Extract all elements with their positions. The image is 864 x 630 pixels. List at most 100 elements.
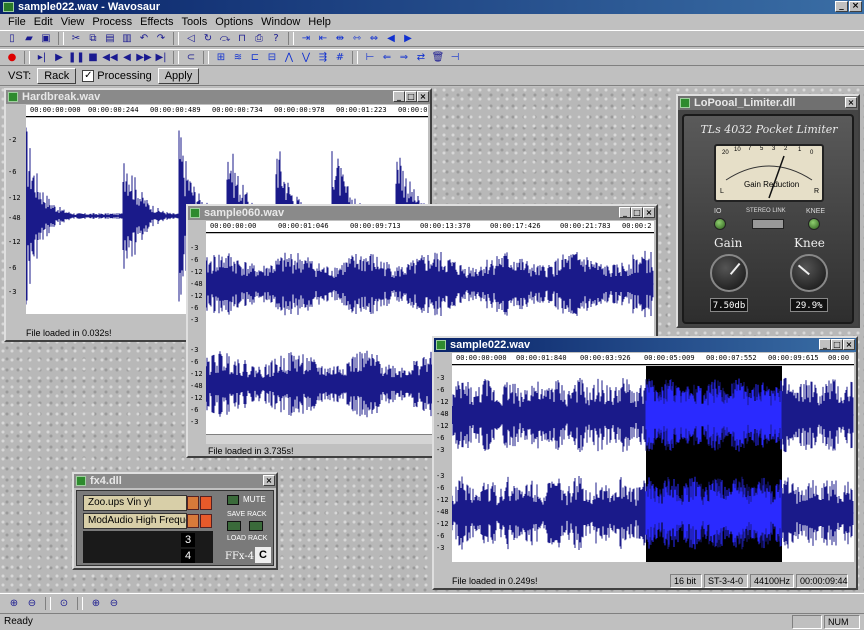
record-icon[interactable]: ● [4,50,20,65]
help-icon[interactable]: ? [268,31,284,46]
slot-1-edit-button[interactable] [187,496,199,510]
minimize-button[interactable]: _ [619,207,631,218]
window-title-bar[interactable]: Hardbreak.wav _ □ × [6,90,430,104]
cut-icon[interactable]: ✂ [68,31,84,46]
time-ruler[interactable]: 00:00:00:00 00:00:01:046 00:00:09:713 00… [206,221,654,233]
loop-icon[interactable]: ↻ [200,31,216,46]
forward-icon[interactable]: ▶▶ [136,50,152,65]
window-title-bar[interactable]: fx4.dll × [74,474,276,488]
to-start-icon[interactable]: ⊢ [362,50,378,65]
fx-slot-1[interactable]: Zoo.ups Vin yl [83,495,187,511]
processing-check[interactable]: ✓ [82,70,95,82]
apply-button[interactable]: Apply [157,68,200,84]
menu-help[interactable]: Help [304,14,335,30]
region-icon[interactable]: ⊏ [247,50,263,65]
save-rack-button[interactable] [227,521,241,531]
back-icon[interactable]: ◀ [119,50,135,65]
close-button[interactable]: × [849,1,862,12]
zoom-vertical-in-icon[interactable]: ⊕ [88,596,104,611]
scissors-icon[interactable]: ⤼ [217,31,233,46]
delete-icon[interactable]: 🗑 [430,50,446,65]
close-button[interactable]: × [845,97,857,108]
menu-view[interactable]: View [57,14,89,30]
menu-tools[interactable]: Tools [178,14,212,30]
swap-icon[interactable]: ⇄ [413,50,429,65]
window-ffx-rack[interactable]: fx4.dll × Zoo.ups Vin yl ModAudio High F… [72,472,278,570]
end-icon[interactable]: ▶| [153,50,169,65]
stop-icon[interactable]: ■ [85,50,101,65]
menu-file[interactable]: File [4,14,30,30]
menu-process[interactable]: Process [88,14,136,30]
zoom-out-icon[interactable]: ⊖ [24,596,40,611]
move-left-icon[interactable]: ⇐ [379,50,395,65]
paste-mix-icon[interactable]: ▥ [119,31,135,46]
window-title-bar[interactable]: sample060.wav _ □ × [188,206,656,220]
knee-knob[interactable] [790,254,828,292]
paste-icon[interactable]: ▤ [102,31,118,46]
zoom-in-icon[interactable]: ⊕ [6,596,22,611]
rewind-icon[interactable]: ◀◀ [102,50,118,65]
select-all-icon[interactable]: ⊟ [264,50,280,65]
close-button[interactable]: × [417,91,429,102]
close-button[interactable]: × [263,475,275,486]
play-icon[interactable]: ▶ [51,50,67,65]
play-selection-icon[interactable]: ▸| [34,50,50,65]
waveform-view[interactable] [452,366,854,562]
zoom-all-icon[interactable]: ⊞ [213,50,229,65]
stereo-link-button[interactable] [752,219,784,229]
trim-icon[interactable]: ◁ [183,31,199,46]
channel-icon[interactable]: ⇶ [315,50,331,65]
window-title-bar[interactable]: sample022.wav _ □ × [434,338,856,352]
grid-icon[interactable]: # [332,50,348,65]
zoom-in-h-icon[interactable]: ⇿ [349,31,365,46]
fade-in-icon[interactable]: ⋀ [281,50,297,65]
left-icon[interactable]: ◀ [383,31,399,46]
save-rack-button-2[interactable] [249,521,263,531]
maximize-button[interactable]: □ [631,207,643,218]
maximize-button[interactable]: □ [405,91,417,102]
fade-out-icon[interactable]: ⋁ [298,50,314,65]
right-icon[interactable]: ▶ [400,31,416,46]
knee-led[interactable] [808,218,820,230]
undo-icon[interactable]: ↶ [136,31,152,46]
minimize-button[interactable]: _ [819,339,831,350]
minimize-button[interactable]: _ [835,1,848,12]
mute-led[interactable] [227,495,239,505]
snap-icon[interactable]: ⇹ [332,31,348,46]
zoom-out-h-icon[interactable]: ⇔ [366,31,382,46]
loop-toggle-icon[interactable]: ⊂ [183,50,199,65]
window-sample022[interactable]: sample022.wav _ □ × 00:00:00:000 00:00:0… [432,336,858,590]
window-title-bar[interactable]: LoPooal_Limiter.dll × [678,96,858,110]
time-ruler[interactable]: 00:00:00:000 00:00:01:840 00:00:03:926 0… [452,353,854,365]
zoom-vertical-out-icon[interactable]: ⊖ [106,596,122,611]
normalize-icon[interactable]: ⊓ [234,31,250,46]
menu-effects[interactable]: Effects [136,14,177,30]
zoom-selection-icon[interactable]: ⊙ [56,596,72,611]
window-limiter-plugin[interactable]: LoPooal_Limiter.dll × TLs 4032 Pocket Li… [676,94,860,328]
redo-icon[interactable]: ↷ [153,31,169,46]
close-button[interactable]: × [643,207,655,218]
minimize-button[interactable]: _ [393,91,405,102]
slot-2-power-button[interactable] [200,514,212,528]
fx-slot-2[interactable]: ModAudio High Frequency [83,513,187,529]
menu-options[interactable]: Options [211,14,257,30]
processing-checkbox[interactable]: ✓ Processing [82,70,152,82]
copy-icon[interactable]: ⧉ [85,31,101,46]
save-icon[interactable]: ▣ [38,31,54,46]
open-folder-icon[interactable]: ▰ [21,31,37,46]
menu-edit[interactable]: Edit [30,14,57,30]
io-led[interactable] [714,218,726,230]
new-file-icon[interactable]: ▯ [4,31,20,46]
marker-icon[interactable]: ⇥ [298,31,314,46]
marker-set-icon[interactable]: ⊣ [447,50,463,65]
time-ruler[interactable]: 00:00:00:000 00:00:00:244 00:00:00:489 0… [26,105,428,117]
print-icon[interactable]: ⎙ [251,31,267,46]
marker-region-icon[interactable]: ⇤ [315,31,331,46]
maximize-button[interactable]: □ [831,339,843,350]
gain-knob[interactable] [710,254,748,292]
slot-1-power-button[interactable] [200,496,212,510]
menu-window[interactable]: Window [257,14,304,30]
close-button[interactable]: × [843,339,855,350]
rack-button[interactable]: Rack [37,68,77,84]
wave-icon[interactable]: ≋ [230,50,246,65]
